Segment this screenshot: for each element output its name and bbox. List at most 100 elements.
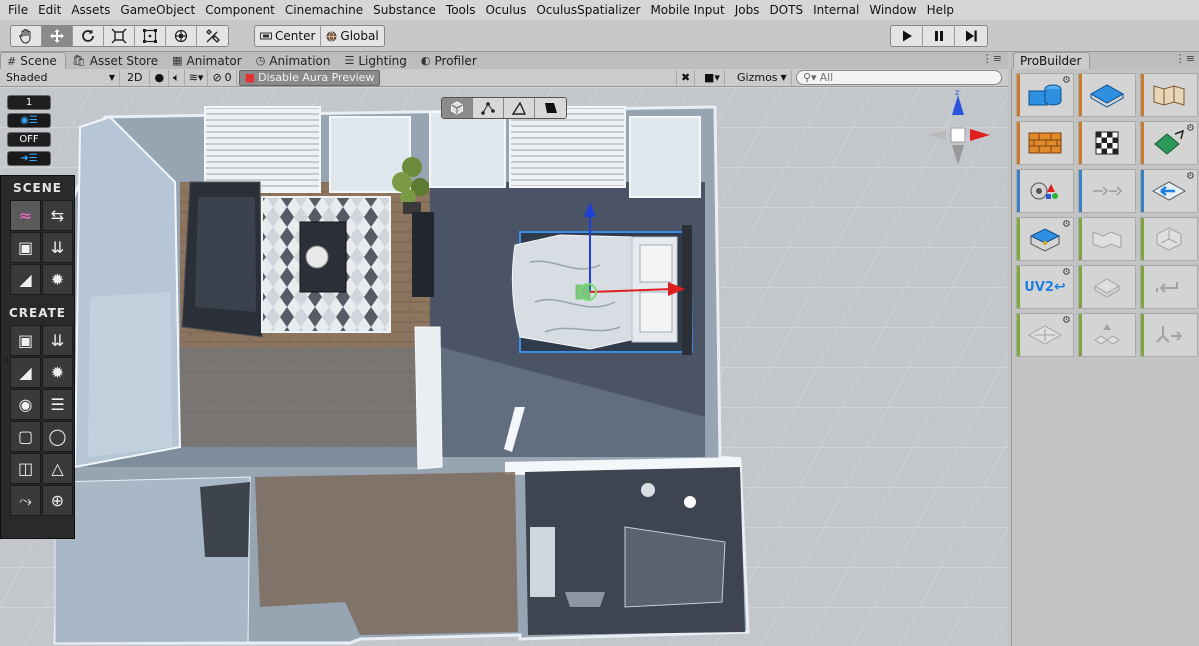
- edge-mode-button[interactable]: [504, 98, 535, 118]
- lighting-toggle[interactable]: ●: [150, 69, 170, 86]
- visibility-toggle[interactable]: ◉☰: [7, 113, 51, 128]
- off-toggle[interactable]: OFF: [7, 132, 51, 147]
- tab-probuilder[interactable]: ProBuilder: [1013, 52, 1091, 69]
- tab-scene[interactable]: # Scene: [0, 52, 66, 69]
- pivot-mode-toggle[interactable]: Center: [255, 26, 322, 46]
- pb-flip-normals-button[interactable]: [1078, 217, 1136, 261]
- layer-count-badge[interactable]: 1: [7, 95, 51, 110]
- palette-camera-button[interactable]: ▣: [10, 232, 41, 263]
- step-button[interactable]: [955, 26, 987, 46]
- gear-icon[interactable]: ⚙: [1186, 171, 1195, 182]
- shading-mode-dropdown[interactable]: Shaded ▼: [0, 69, 120, 86]
- pb-new-shape-button[interactable]: ⚙: [1016, 73, 1074, 117]
- create-spotlight-button[interactable]: ◢: [10, 357, 41, 388]
- create-target-button[interactable]: ⊕: [42, 485, 73, 516]
- tab-profiler[interactable]: ◐ Profiler: [415, 52, 485, 69]
- create-audio-source-button[interactable]: ◉: [10, 389, 41, 420]
- menu-window[interactable]: Window: [865, 3, 922, 17]
- pb-connect-button[interactable]: [1140, 313, 1198, 357]
- palette-swap-button[interactable]: ⇆: [42, 200, 73, 231]
- menu-tools[interactable]: Tools: [442, 3, 482, 17]
- arrow-toggle[interactable]: ➜☰: [7, 151, 51, 166]
- pb-weld-button[interactable]: [1140, 265, 1198, 309]
- pb-vertex-colors-button[interactable]: ⚙: [1140, 121, 1198, 165]
- create-cylinder-button[interactable]: ◫: [10, 453, 41, 484]
- menu-cinemachine[interactable]: Cinemachine: [281, 3, 369, 17]
- pb-extrude-button[interactable]: ⚙: [1016, 217, 1074, 261]
- scene-viewport[interactable]: z 1 ◉☰ OFF ➜☰ SCENE ≈ ⇆ ▣ ⇊ ◢ ✹ CREATE ▣…: [0, 87, 1008, 646]
- gear-icon[interactable]: ⚙: [1062, 75, 1071, 86]
- tab-asset-store[interactable]: 🛍︎ Asset Store: [66, 52, 166, 69]
- scene-tools-toggle[interactable]: ✖: [676, 69, 696, 86]
- pb-uv-editor-button[interactable]: [1078, 121, 1136, 165]
- menu-jobs[interactable]: Jobs: [731, 3, 766, 17]
- menu-oculus-spatializer[interactable]: OculusSpatializer: [532, 3, 646, 17]
- create-directional-light-button[interactable]: ⇊: [42, 325, 73, 356]
- 2d-toggle[interactable]: 2D: [120, 69, 151, 86]
- menu-edit[interactable]: Edit: [34, 3, 67, 17]
- palette-gradient-button[interactable]: ≈: [10, 200, 41, 231]
- palette-point-light-button[interactable]: ✹: [42, 264, 73, 295]
- create-sphere-button[interactable]: ◯: [42, 421, 73, 452]
- play-button[interactable]: [891, 26, 923, 46]
- pb-smoothing-button[interactable]: [1140, 73, 1198, 117]
- audio-toggle[interactable]: 🔈︎: [169, 69, 185, 86]
- rotate-tool-button[interactable]: [73, 26, 104, 46]
- scene-search[interactable]: ⚲▾: [796, 70, 1002, 85]
- menu-file[interactable]: File: [4, 3, 34, 17]
- face-mode-button[interactable]: [535, 98, 566, 118]
- pb-center-pivot-button[interactable]: ⚙: [1016, 313, 1074, 357]
- disable-aura-preview-button[interactable]: ■ Disable Aura Preview: [238, 69, 381, 86]
- gizmos-dropdown[interactable]: Gizmos ▼: [733, 69, 792, 86]
- menu-gameobject[interactable]: GameObject: [116, 3, 201, 17]
- hand-tool-button[interactable]: [11, 26, 42, 46]
- pb-merge-faces-button[interactable]: [1078, 265, 1136, 309]
- menu-component[interactable]: Component: [201, 3, 281, 17]
- create-empty-button[interactable]: ⤳: [10, 485, 41, 516]
- tab-lighting[interactable]: ☰ Lighting: [339, 52, 415, 69]
- object-mode-button[interactable]: [442, 98, 473, 118]
- effects-toggle[interactable]: ≋▾: [185, 69, 209, 86]
- hidden-objects-toggle[interactable]: ⊘ 0: [208, 69, 237, 86]
- create-cube-button[interactable]: ▢: [10, 421, 41, 452]
- transform-tool-button[interactable]: [166, 26, 197, 46]
- menu-substance[interactable]: Substance: [369, 3, 442, 17]
- menu-oculus[interactable]: Oculus: [481, 3, 532, 17]
- palette-directional-light-button[interactable]: ⇊: [42, 232, 73, 263]
- scene-search-input[interactable]: [819, 71, 990, 84]
- pivot-rotation-toggle[interactable]: Global: [321, 26, 383, 46]
- menu-mobile-input[interactable]: Mobile Input: [646, 3, 730, 17]
- create-layers-button[interactable]: ☰: [42, 389, 73, 420]
- vertex-mode-button[interactable]: [473, 98, 504, 118]
- menu-dots[interactable]: DOTS: [765, 3, 809, 17]
- camera-settings-toggle[interactable]: ■▾: [700, 69, 725, 86]
- tab-animator[interactable]: ▦ Animator: [166, 52, 250, 69]
- tab-animation[interactable]: ◷ Animation: [250, 52, 339, 69]
- pb-selection-button[interactable]: [1016, 169, 1074, 213]
- pb-conform-normals-button[interactable]: [1140, 217, 1198, 261]
- gear-icon[interactable]: ⚙: [1062, 267, 1071, 278]
- palette-spotlight-button[interactable]: ◢: [10, 264, 41, 295]
- gear-icon[interactable]: ⚙: [1186, 123, 1195, 134]
- custom-tool-button[interactable]: [197, 26, 228, 46]
- create-camera-button[interactable]: ▣: [10, 325, 41, 356]
- tab-options-icon[interactable]: ⋮≡: [982, 52, 1002, 65]
- palette-collapse-arrow[interactable]: ◀: [1, 355, 8, 365]
- create-point-light-button[interactable]: ✹: [42, 357, 73, 388]
- rect-tool-button[interactable]: [135, 26, 166, 46]
- pb-new-poly-shape-button[interactable]: [1078, 73, 1136, 117]
- pause-button[interactable]: [923, 26, 955, 46]
- menu-help[interactable]: Help: [923, 3, 960, 17]
- scale-tool-button[interactable]: [104, 26, 135, 46]
- pb-material-editor-button[interactable]: [1016, 121, 1074, 165]
- pb-uv2-button[interactable]: ⚙ UV2 ↩: [1016, 265, 1074, 309]
- gear-icon[interactable]: ⚙: [1062, 219, 1071, 230]
- panel-options-icon[interactable]: ⋮≡: [1175, 52, 1195, 65]
- pb-select-hole-button[interactable]: ⚙: [1140, 169, 1198, 213]
- menu-assets[interactable]: Assets: [67, 3, 116, 17]
- pb-subdivide-button[interactable]: [1078, 313, 1136, 357]
- move-tool-button[interactable]: [42, 26, 73, 46]
- menu-internal[interactable]: Internal: [809, 3, 865, 17]
- pb-grow-selection-button[interactable]: [1078, 169, 1136, 213]
- create-cone-button[interactable]: △: [42, 453, 73, 484]
